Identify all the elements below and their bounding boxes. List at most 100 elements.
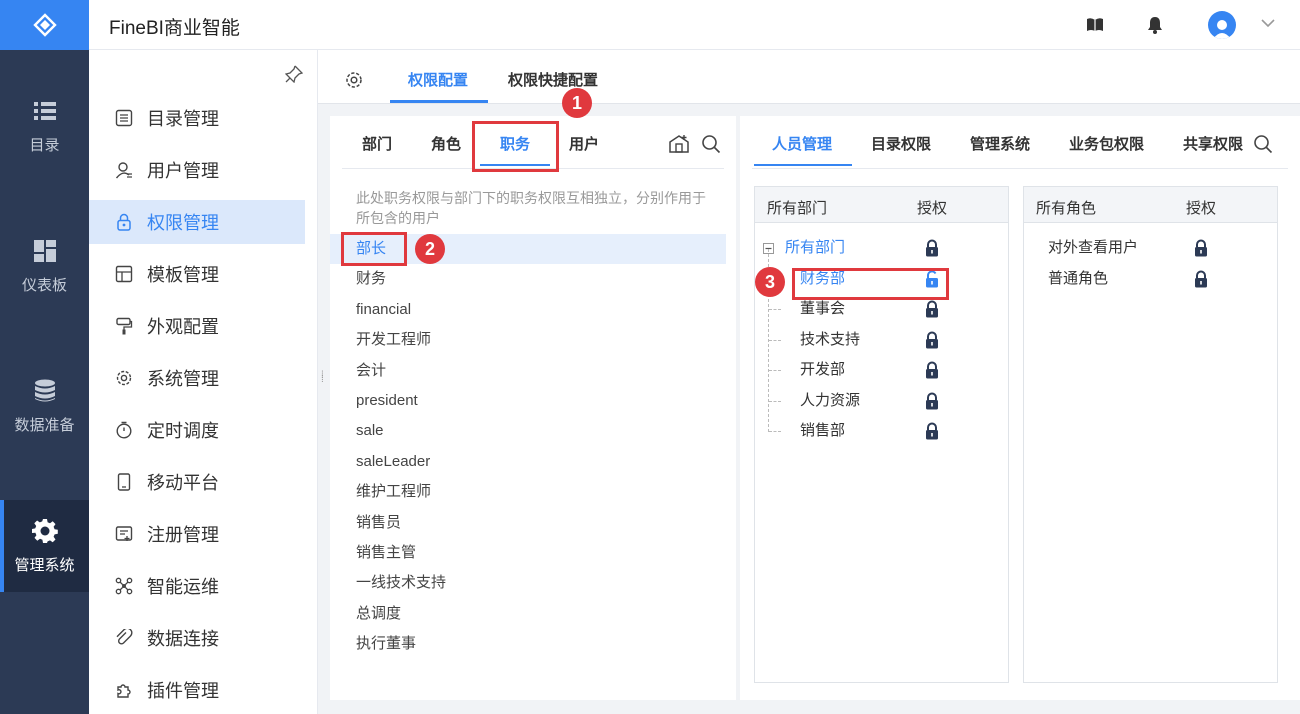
tab-business-package[interactable]: 业务包权限 (1069, 133, 1144, 154)
list-item[interactable]: president (330, 386, 726, 416)
sidebar-item-templates[interactable]: 模板管理 (89, 252, 305, 296)
resize-handle[interactable]: ⁞⁞ (321, 371, 324, 385)
rail-item-catalog[interactable]: 目录 (0, 98, 89, 155)
settings-gear-icon[interactable] (344, 70, 364, 90)
sidebar-item-system[interactable]: 系统管理 (89, 356, 305, 400)
position-hint: 此处职务权限与部门下的职务权限互相独立，分别作用于所包含的用户 (356, 190, 706, 226)
batch-permission-icon[interactable] (668, 134, 690, 154)
tree-guide (769, 370, 781, 371)
lock-closed-icon[interactable] (925, 392, 939, 410)
sidebar-item-plugins[interactable]: 插件管理 (89, 668, 305, 712)
column-header-auth: 授权 (1186, 200, 1217, 217)
lock-closed-icon[interactable] (925, 239, 939, 257)
tab-permission-config[interactable]: 权限配置 (408, 69, 468, 90)
annotation-badge: 2 (415, 234, 445, 264)
list-item[interactable]: financial (330, 295, 726, 325)
search-icon[interactable] (701, 134, 721, 154)
sidebar-item-permissions[interactable]: 权限管理 (89, 200, 305, 244)
register-icon (115, 526, 133, 541)
sidebar-item-mobile[interactable]: 移动平台 (89, 460, 305, 504)
column-header-name: 所有部门 (767, 200, 828, 217)
avatar[interactable] (1208, 11, 1236, 39)
sidebar-item-data-connection[interactable]: 数据连接 (89, 616, 305, 660)
lock-closed-icon[interactable] (925, 300, 939, 318)
app-title: FineBI商业智能 (109, 18, 240, 39)
assignee-pane: 部门 角色 职务 用户 此处职务权限与部门下的职务权限互相独立，分别作用于所包含… (330, 116, 736, 700)
book-icon[interactable] (1085, 15, 1105, 35)
tab-catalog-permission[interactable]: 目录权限 (871, 133, 931, 154)
tab-department[interactable]: 部门 (362, 133, 392, 154)
tab-management-system[interactable]: 管理系统 (970, 133, 1030, 154)
brush-icon (116, 317, 133, 335)
tree-guide (769, 431, 781, 432)
sidebar-item-label: 插件管理 (147, 681, 219, 701)
rail-item-dashboard[interactable]: 仪表板 (0, 238, 89, 295)
role-item[interactable]: 普通角色 (1048, 264, 1108, 294)
app-rail: 目录 仪表板 数据准备 管理系统 (0, 0, 89, 714)
sidebar-item-appearance[interactable]: 外观配置 (89, 304, 305, 348)
department-auth-box: 所有部门 授权 所有部门 财务部 董事会 技术支持 开发部 人力资源 销售部 (754, 186, 1009, 683)
template-icon (115, 265, 133, 283)
tree-root[interactable]: 所有部门 (763, 233, 1003, 263)
list-item[interactable]: 会计 (330, 356, 726, 386)
lock-closed-icon[interactable] (1194, 270, 1208, 288)
main-content: 权限配置 权限快捷配置 部门 角色 职务 用户 此处职务权限与部门下的职务权限互… (318, 50, 1300, 714)
list-item[interactable]: saleLeader (330, 447, 726, 477)
list-item[interactable]: 总调度 (330, 599, 726, 629)
list-item[interactable]: 一线技术支持 (330, 568, 726, 598)
list-item[interactable]: sale (330, 416, 726, 446)
sidebar-item-label: 数据连接 (147, 629, 219, 649)
link-icon (116, 629, 133, 645)
pin-icon[interactable] (285, 65, 303, 83)
fine-logo-icon[interactable] (0, 0, 89, 50)
tree-node[interactable]: 销售部 (800, 416, 845, 446)
lock-closed-icon[interactable] (925, 361, 939, 379)
tree-label: 所有部门 (785, 239, 846, 256)
top-bar: FineBI商业智能 (89, 0, 1300, 50)
column-header-auth: 授权 (917, 200, 948, 217)
tree-node[interactable]: 开发部 (800, 355, 845, 385)
tab-share-permission[interactable]: 共享权限 (1183, 133, 1243, 154)
user-icon (1213, 20, 1231, 39)
rail-label: 数据准备 (14, 417, 75, 434)
sidebar-item-label: 权限管理 (147, 213, 219, 233)
timer-icon (116, 421, 132, 439)
chevron-down-icon[interactable] (1261, 18, 1275, 28)
rail-label: 仪表板 (21, 277, 67, 294)
user-icon (115, 162, 132, 179)
admin-sidebar: 目录管理 用户管理 权限管理 模板管理 外观配置 系统管理 定时调度 移动平台 … (89, 50, 318, 714)
list-item[interactable]: 维护工程师 (330, 477, 726, 507)
lock-closed-icon[interactable] (925, 331, 939, 349)
bell-icon[interactable] (1145, 15, 1165, 35)
sidebar-item-ops[interactable]: 智能运维 (89, 564, 305, 608)
lock-closed-icon[interactable] (1194, 239, 1208, 257)
sidebar-item-scheduler[interactable]: 定时调度 (89, 408, 305, 452)
sidebar-item-label: 目录管理 (147, 109, 219, 129)
box-header: 所有角色 授权 (1024, 187, 1277, 223)
sidebar-item-register[interactable]: 注册管理 (89, 512, 305, 556)
rail-item-data-prep[interactable]: 数据准备 (0, 378, 89, 435)
lock-closed-icon[interactable] (925, 422, 939, 440)
tree-node[interactable]: 技术支持 (800, 325, 860, 355)
list-item[interactable]: 执行董事 (330, 629, 726, 659)
role-item[interactable]: 对外查看用户 (1048, 233, 1138, 263)
main-tabs: 权限配置 权限快捷配置 (318, 50, 1300, 104)
tab-permission-quick-config[interactable]: 权限快捷配置 (508, 69, 598, 90)
tab-role[interactable]: 角色 (431, 133, 461, 154)
sidebar-item-users[interactable]: 用户管理 (89, 148, 305, 192)
dashboard-icon (33, 240, 56, 262)
rail-item-admin[interactable]: 管理系统 (0, 500, 89, 592)
tree-node[interactable]: 人力资源 (800, 386, 860, 416)
list-item[interactable]: 销售员 (330, 508, 726, 538)
database-icon (34, 379, 55, 402)
list-item[interactable]: 财务 (330, 264, 726, 294)
sidebar-item-catalog[interactable]: 目录管理 (89, 96, 305, 140)
position-list: 部长 财务 financial 开发工程师 会计 president sale … (330, 234, 726, 659)
gear-icon (31, 519, 58, 543)
search-icon[interactable] (1253, 134, 1273, 154)
list-item[interactable]: 开发工程师 (330, 325, 726, 355)
list-item[interactable]: 销售主管 (330, 538, 726, 568)
tab-people-management[interactable]: 人员管理 (772, 133, 832, 154)
tab-user[interactable]: 用户 (569, 133, 599, 154)
sidebar-item-label: 用户管理 (147, 161, 219, 181)
